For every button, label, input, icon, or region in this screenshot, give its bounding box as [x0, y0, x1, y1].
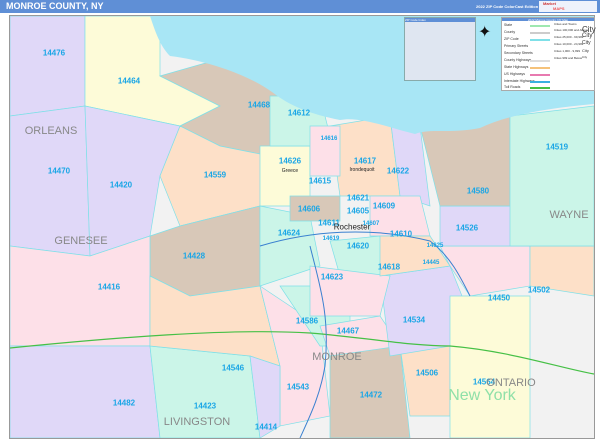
city-size-label: Cities 999 and Below [554, 56, 583, 60]
zip-label: 14468 [247, 100, 271, 110]
zip-label: 14605 [346, 206, 370, 216]
publisher-logo: Market MAPS [539, 1, 597, 12]
zip-label: 14621 [346, 193, 370, 203]
zip-label: 14420 [109, 180, 133, 190]
zip-label: 14414 [254, 422, 278, 432]
county-label: GENESEE [54, 235, 108, 247]
zip-label: 14482 [112, 398, 136, 408]
zip-label: 14476 [42, 48, 66, 58]
zip-label: 14610 [389, 229, 413, 239]
zip-label: 14615 [308, 176, 332, 186]
county-label: ORLEANS [24, 125, 78, 137]
zip-label: 14626 [278, 156, 302, 166]
zip-label: 14606 [297, 204, 321, 214]
legend-title: 2022 Monroe County, NY Map [502, 18, 594, 22]
zip-label: 14546 [221, 363, 245, 373]
county-label: MONROE [312, 351, 362, 363]
legend-item: County Highways [504, 58, 532, 62]
legend-item: County [504, 30, 516, 34]
zip-index-table: ZIP Code Index [404, 17, 476, 81]
title-bar: MONROE COUNTY, NY 2022 ZIP Code ColorCas… [0, 0, 600, 13]
zip-label: 14519 [545, 142, 569, 152]
zip-label: 14559 [203, 170, 227, 180]
zip-label: 14502 [527, 285, 551, 295]
city-size-sample: City [582, 48, 589, 53]
cities-title: Cities and Towns [554, 22, 577, 26]
legend-item: State [504, 23, 513, 27]
zip-label: 14506 [415, 368, 439, 378]
region-14616 [309, 125, 341, 177]
city-size-label: Cities 25,000 - 99,999 [554, 35, 584, 39]
compass-rose-icon: ✦ [478, 24, 492, 41]
zip-label: 14617 [353, 156, 377, 166]
zip-label: 14445 [422, 260, 440, 266]
county-label: LIVINGSTON [163, 416, 231, 428]
zip-label: 14624 [277, 228, 301, 238]
city-size-sample: City [582, 33, 593, 39]
zip-table-title: ZIP Code Index [405, 18, 475, 22]
legend-item: ZIP Code [504, 37, 519, 41]
zip-label: 14423 [193, 401, 217, 411]
zip-label: 14416 [97, 282, 121, 292]
zip-label: 14612 [287, 108, 311, 118]
zip-label: 14467 [336, 326, 360, 336]
zip-label: 14586 [295, 316, 319, 326]
city-size-sample: City [582, 40, 591, 46]
zip-label: 14580 [466, 186, 490, 196]
region-14564 [449, 295, 531, 438]
zip-label: 14625 [426, 243, 444, 249]
legend-item: US Highways [504, 72, 526, 76]
city-label: Rochester [333, 222, 371, 232]
zip-label: 14609 [372, 201, 396, 211]
zip-label: 14450 [487, 293, 511, 303]
zip-label: 14616 [320, 136, 338, 142]
zip-label: 14618 [377, 262, 401, 272]
region-14519 [509, 105, 594, 247]
zip-label: 14543 [286, 382, 310, 392]
city-size-sample: City [582, 55, 588, 59]
legend-item: State Highways [504, 65, 529, 69]
county-label: WAYNE [549, 209, 589, 221]
zip-label: 14526 [455, 223, 479, 233]
logo-text: MAPS [553, 6, 565, 11]
zip-label: 14619 [322, 236, 340, 242]
state-label: New York [448, 387, 516, 404]
legend-item: Toll Roads [504, 85, 521, 89]
zip-label: 14472 [359, 390, 383, 400]
zip-label: 14470 [47, 166, 71, 176]
zip-label: 14534 [402, 315, 426, 325]
legend-item: Secondary Streets [504, 51, 533, 55]
city-label: Greece [281, 168, 299, 174]
zip-label: 14620 [346, 241, 370, 251]
zip-label: 14622 [386, 166, 410, 176]
region-14482 [10, 345, 161, 438]
zip-label: 14464 [117, 76, 141, 86]
legend-item: Primary Streets [504, 44, 529, 48]
map-legend: 2022 Monroe County, NY Map State County … [501, 17, 596, 91]
city-size-label: Cities 10,000 - 24,999 [554, 42, 584, 46]
city-label: Irondequoit [349, 167, 375, 173]
zip-label: 14623 [320, 272, 344, 282]
map-title: MONROE COUNTY, NY [6, 1, 104, 11]
zip-label: 14428 [182, 251, 206, 261]
edition-label: 2022 ZIP Code ColorCast Edition [476, 4, 539, 9]
city-size-label: Cities 1,000 - 9,999 [554, 49, 581, 53]
region-14476 [10, 16, 86, 117]
